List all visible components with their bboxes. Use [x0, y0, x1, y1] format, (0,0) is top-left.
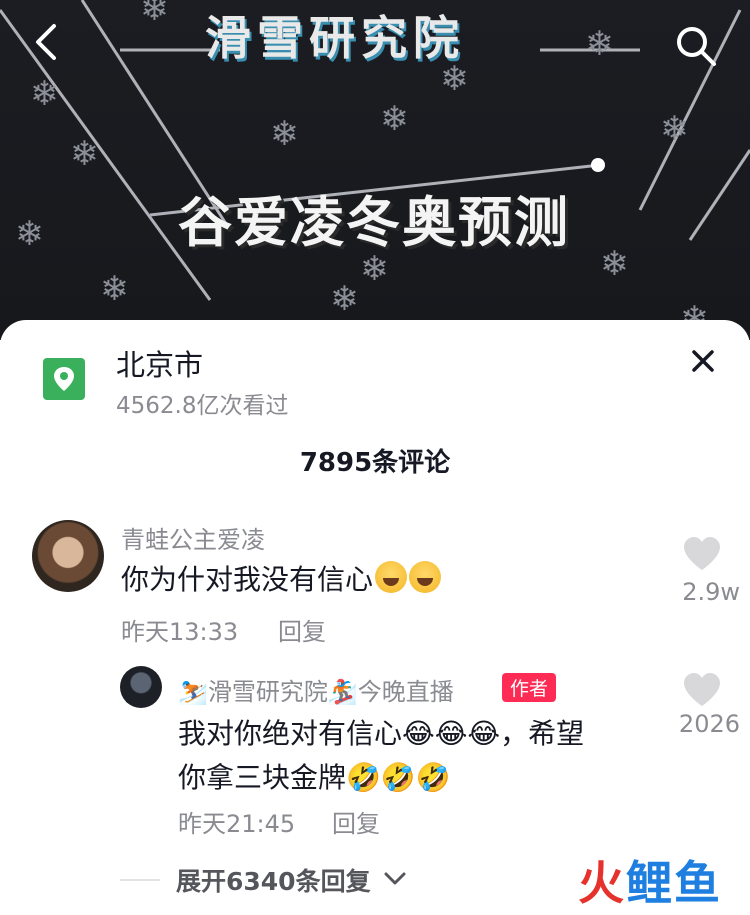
- crying-emoji: [409, 561, 442, 593]
- reply-text-line1: 我对你绝对有信心😂😂😂，希望: [178, 717, 585, 750]
- svg-text:❄: ❄: [140, 0, 169, 29]
- comments-sheet: 北京市 4562.8亿次看过 7895条评论 青蛙公主爱凌 你为什对我没有信心 …: [0, 320, 750, 915]
- comment-username[interactable]: 青蛙公主爱凌: [121, 520, 265, 555]
- expand-replies-button[interactable]: 展开6340条回复: [176, 862, 371, 898]
- chevron-down-icon[interactable]: [384, 872, 406, 886]
- like-count: 2.9w: [682, 578, 740, 606]
- video-header: ❄ ❄ ❄ ❄ ❄ ❄ ❄ ❄ ❄ ❄ ❄ ❄ ❄ ❄ 滑雪研究院 谷爱凌冬奥预测: [0, 0, 750, 340]
- location-pin-icon[interactable]: [43, 358, 85, 400]
- video-title-top: 滑雪研究院: [205, 11, 465, 65]
- svg-text:❄: ❄: [380, 99, 409, 139]
- reply-username[interactable]: ⛷️滑雪研究院🏂今晚直播: [178, 672, 454, 707]
- like-heart-icon[interactable]: [682, 536, 722, 572]
- laughing-tears-emoji: [375, 561, 408, 593]
- watermark-logo: 火鲤鱼: [578, 847, 722, 913]
- reply-time: 昨天21:45: [178, 810, 296, 838]
- reply-button[interactable]: 回复: [278, 612, 326, 647]
- svg-text:❄: ❄: [360, 249, 389, 289]
- video-title-main: 谷爱凌冬奥预测: [178, 191, 570, 254]
- svg-text:❄: ❄: [15, 214, 44, 254]
- watermark-part1: 火: [578, 856, 626, 910]
- svg-text:❄: ❄: [100, 269, 129, 309]
- comment-count: 7895条评论: [299, 448, 451, 478]
- svg-text:❄: ❄: [330, 279, 359, 319]
- back-icon[interactable]: [28, 20, 68, 64]
- comment-text-body: 你为什对我没有信心: [121, 563, 374, 596]
- search-icon[interactable]: [672, 22, 720, 70]
- comment-time: 昨天13:33: [121, 618, 239, 646]
- watermark-part2: 鲤鱼: [626, 856, 722, 910]
- like-count: 2026: [678, 710, 740, 738]
- divider: [120, 879, 160, 881]
- avatar[interactable]: [32, 520, 104, 592]
- svg-text:❄: ❄: [660, 109, 689, 149]
- author-badge: 作者: [502, 673, 557, 702]
- svg-text:❄: ❄: [585, 24, 614, 64]
- comment-text: 你为什对我没有信心: [121, 558, 442, 598]
- svg-text:❄: ❄: [30, 74, 59, 114]
- svg-text:❄: ❄: [600, 244, 629, 284]
- close-icon[interactable]: [686, 344, 720, 378]
- location-name[interactable]: 北京市: [116, 342, 203, 384]
- reply-text-line2: 你拿三块金牌🤣🤣🤣: [178, 761, 451, 794]
- reply-button[interactable]: 回复: [332, 804, 380, 839]
- svg-text:❄: ❄: [440, 59, 469, 99]
- svg-text:❄: ❄: [270, 114, 299, 154]
- location-views: 4562.8亿次看过: [116, 393, 289, 419]
- like-heart-icon[interactable]: [682, 672, 722, 708]
- avatar[interactable]: [120, 666, 162, 708]
- svg-text:❄: ❄: [70, 134, 99, 174]
